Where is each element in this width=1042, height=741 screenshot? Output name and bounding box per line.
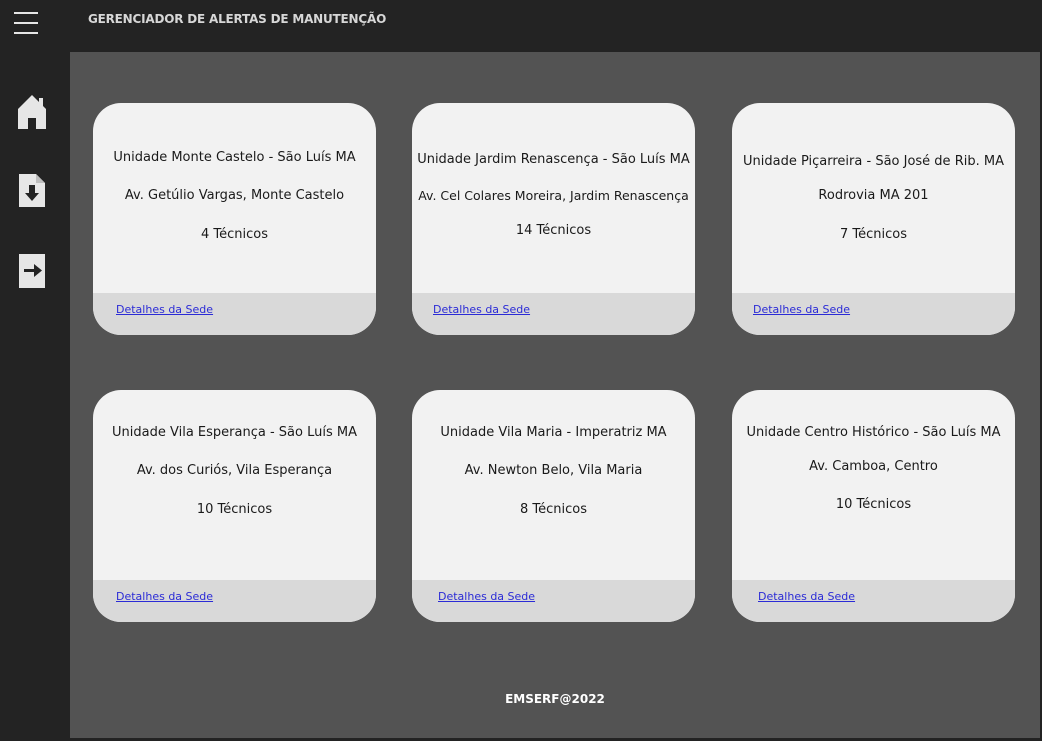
download-file-icon[interactable]	[16, 172, 48, 208]
unit-card-vila-maria: Unidade Vila Maria - Imperatriz MA Av. N…	[412, 390, 695, 622]
unit-card-monte-castelo: Unidade Monte Castelo - São Luís MA Av. …	[93, 103, 376, 335]
details-link[interactable]: Detalhes da Sede	[758, 590, 855, 603]
unit-name: Unidade Centro Histórico - São Luís MA	[746, 425, 1001, 440]
card-body: Unidade Vila Maria - Imperatriz MA Av. N…	[412, 390, 695, 580]
unit-card-vila-esperanca: Unidade Vila Esperança - São Luís MA Av.…	[93, 390, 376, 622]
card-footer: Detalhes da Sede	[412, 293, 695, 335]
unit-address: Av. Getúlio Vargas, Monte Castelo	[124, 188, 345, 203]
card-body: Unidade Piçarreira - São José de Rib. MA…	[732, 103, 1015, 293]
logout-arrow-icon[interactable]	[16, 252, 48, 288]
details-link[interactable]: Detalhes da Sede	[753, 303, 850, 316]
footer-copyright: EMSERF@2022	[505, 692, 605, 706]
home-icon[interactable]	[16, 94, 48, 130]
top-bar: GERENCIADOR DE ALERTAS DE MANUTENÇÃO	[0, 0, 1042, 52]
card-footer: Detalhes da Sede	[732, 580, 1015, 622]
unit-name: Unidade Monte Castelo - São Luís MA	[113, 150, 356, 165]
card-footer: Detalhes da Sede	[732, 293, 1015, 335]
unit-name: Unidade Jardim Renascença - São Luís MA	[417, 152, 690, 167]
unit-card-jardim-renascenca: Unidade Jardim Renascença - São Luís MA …	[412, 103, 695, 335]
unit-technicians: 10 Técnicos	[835, 497, 912, 512]
details-link[interactable]: Detalhes da Sede	[433, 303, 530, 316]
card-body: Unidade Centro Histórico - São Luís MA A…	[732, 390, 1015, 580]
card-body: Unidade Jardim Renascença - São Luís MA …	[412, 103, 695, 293]
details-link[interactable]: Detalhes da Sede	[116, 590, 213, 603]
unit-name: Unidade Vila Esperança - São Luís MA	[112, 425, 357, 440]
card-footer: Detalhes da Sede	[93, 293, 376, 335]
unit-technicians: 7 Técnicos	[839, 227, 907, 242]
unit-technicians: 14 Técnicos	[515, 223, 592, 238]
unit-name: Unidade Piçarreira - São José de Rib. MA	[743, 154, 1004, 169]
card-footer: Detalhes da Sede	[412, 580, 695, 622]
unit-technicians: 8 Técnicos	[519, 502, 587, 517]
details-link[interactable]: Detalhes da Sede	[116, 303, 213, 316]
unit-address: Av. Cel Colares Moreira, Jardim Renascen…	[418, 188, 689, 203]
unit-card-centro-historico: Unidade Centro Histórico - São Luís MA A…	[732, 390, 1015, 622]
sidebar	[0, 52, 70, 741]
card-body: Unidade Vila Esperança - São Luís MA Av.…	[93, 390, 376, 580]
main-content: Unidade Monte Castelo - São Luís MA Av. …	[70, 52, 1040, 738]
unit-technicians: 10 Técnicos	[196, 502, 273, 517]
details-link[interactable]: Detalhes da Sede	[438, 590, 535, 603]
card-footer: Detalhes da Sede	[93, 580, 376, 622]
card-body: Unidade Monte Castelo - São Luís MA Av. …	[93, 103, 376, 293]
unit-address: Av. Camboa, Centro	[809, 459, 938, 474]
hamburger-menu-icon[interactable]	[14, 10, 38, 36]
unit-technicians: 4 Técnicos	[200, 227, 268, 242]
unit-address: Rodrovia MA 201	[818, 188, 929, 203]
unit-address: Av. dos Curiós, Vila Esperança	[136, 463, 333, 478]
app-title: GERENCIADOR DE ALERTAS DE MANUTENÇÃO	[88, 12, 387, 26]
unit-address: Av. Newton Belo, Vila Maria	[464, 463, 643, 478]
unit-card-picarreira: Unidade Piçarreira - São José de Rib. MA…	[732, 103, 1015, 335]
unit-name: Unidade Vila Maria - Imperatriz MA	[440, 425, 667, 440]
